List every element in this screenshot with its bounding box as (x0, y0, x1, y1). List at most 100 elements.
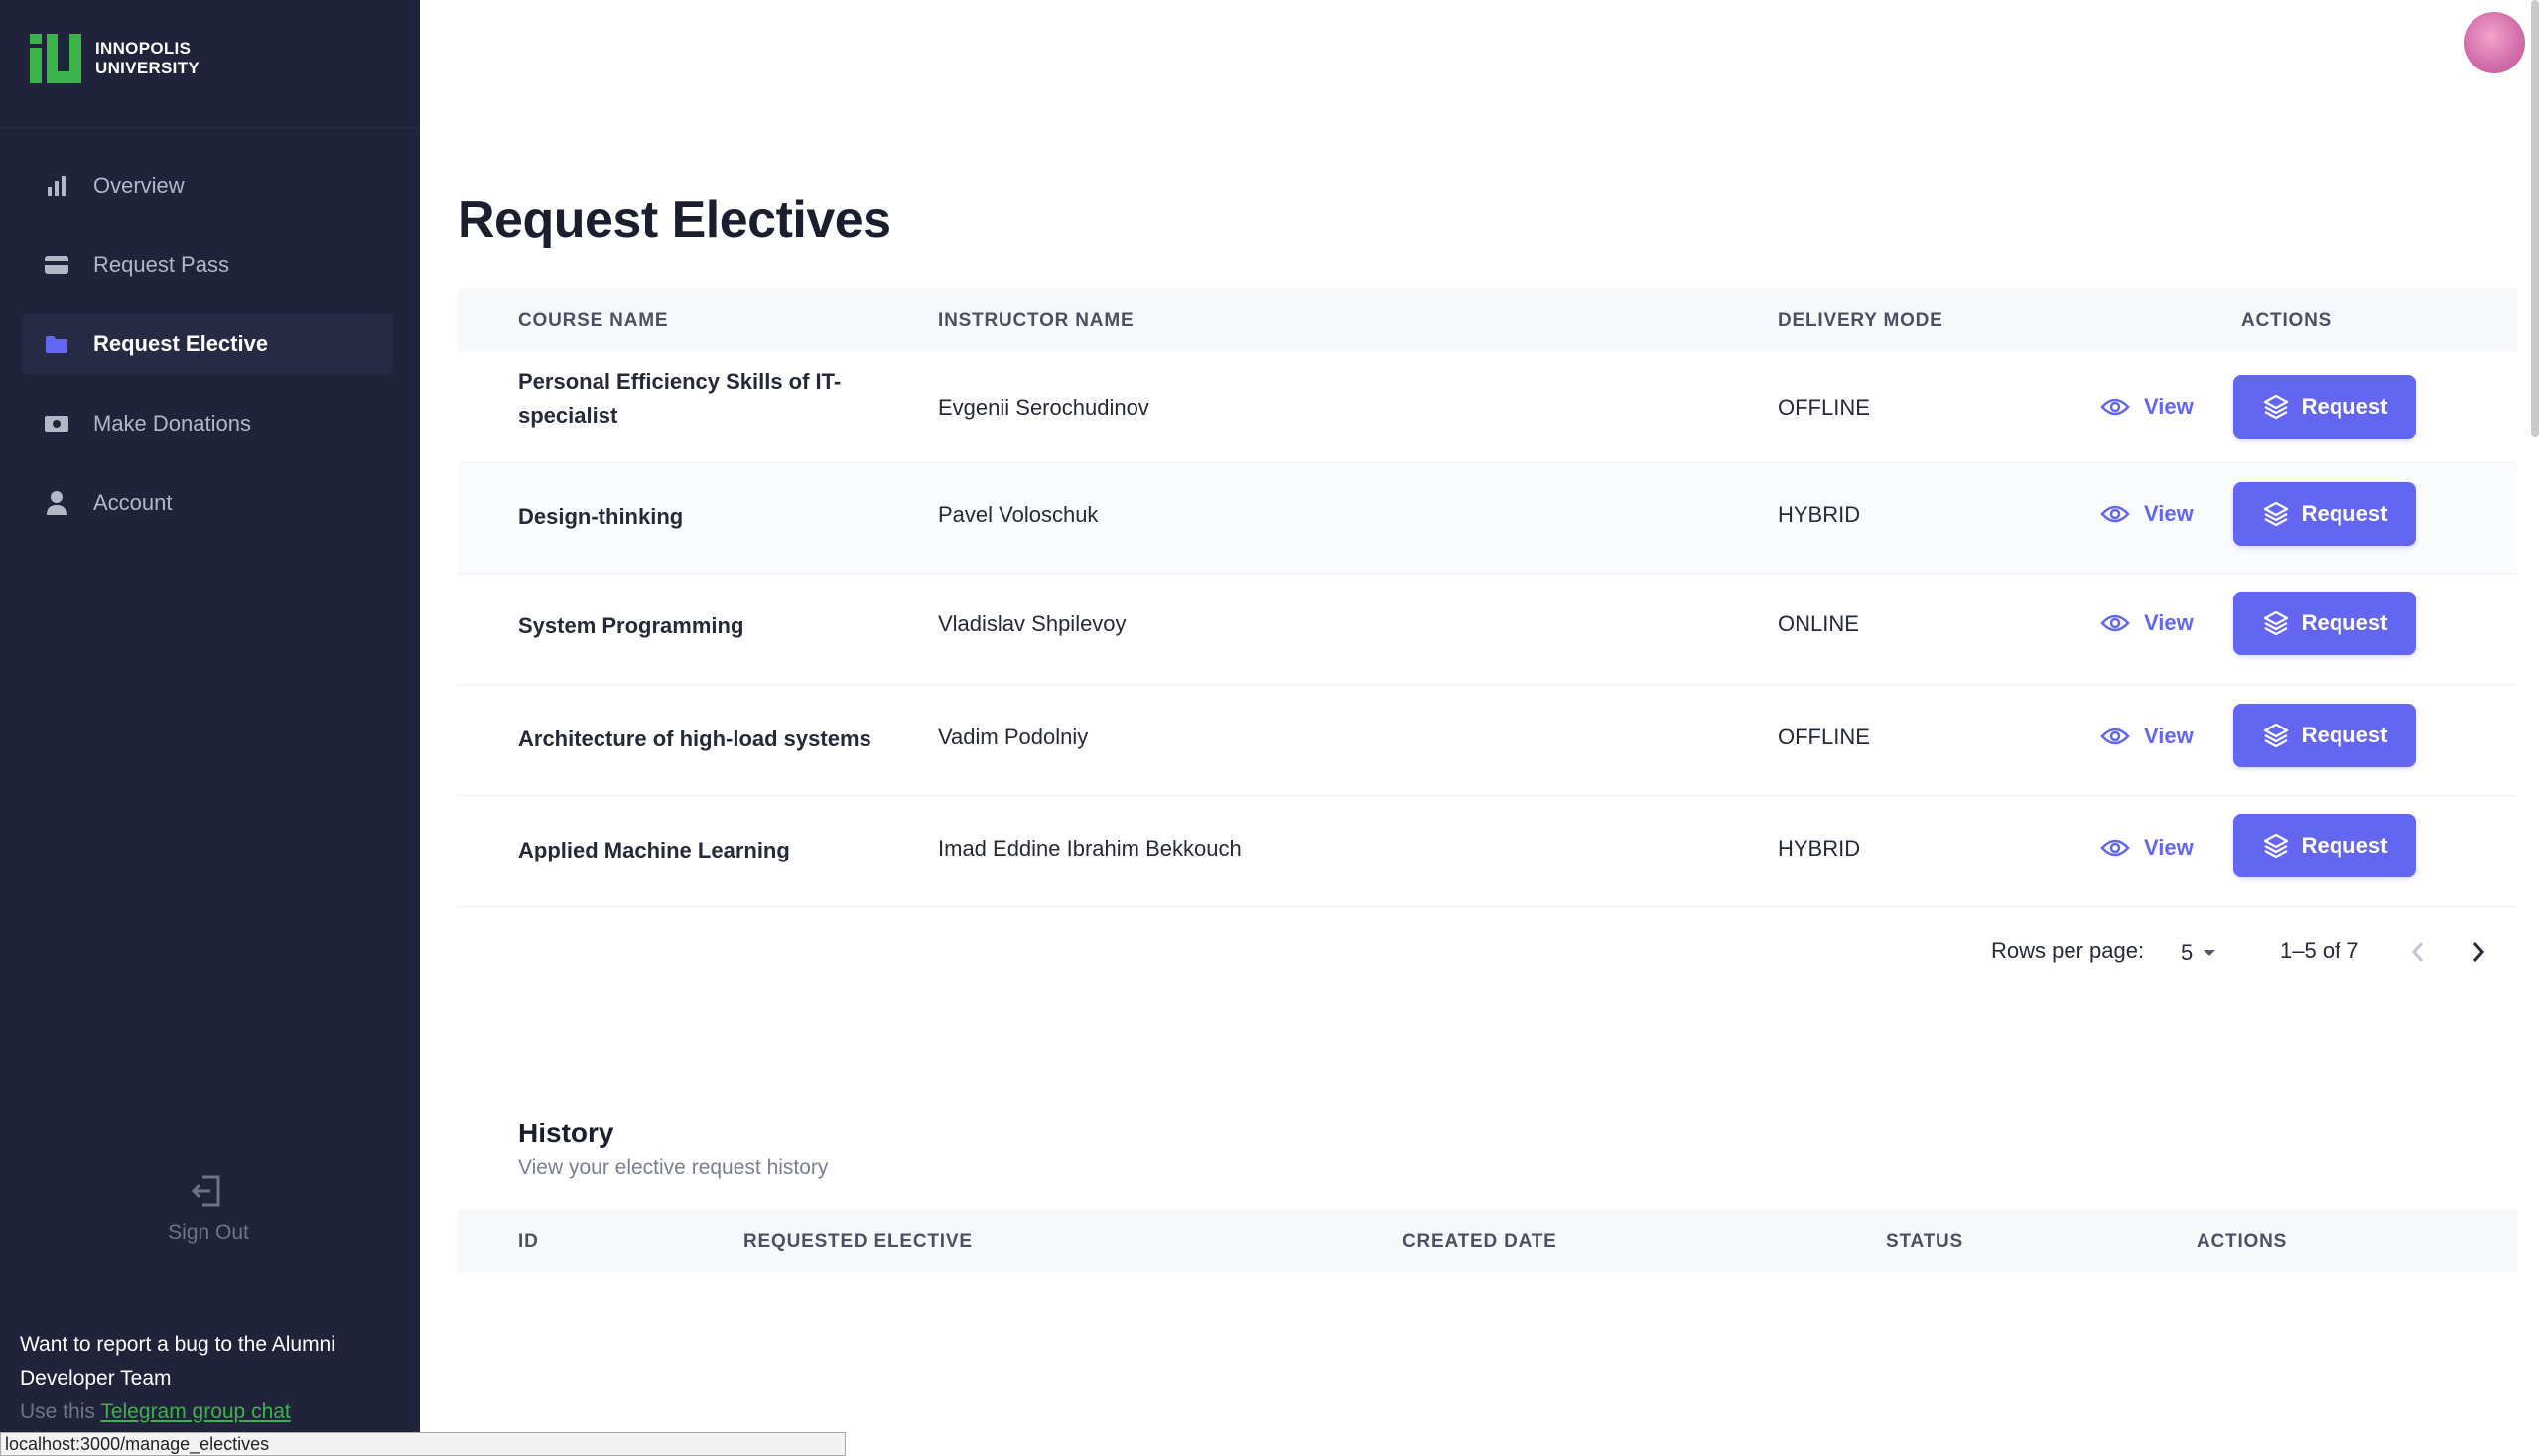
money-icon (44, 411, 69, 437)
layers-icon (2263, 723, 2288, 748)
bug-report-prefix: Use this (20, 1400, 95, 1423)
sidebar-divider (0, 127, 420, 129)
column-actions: ACTIONS (2241, 310, 2333, 331)
eye-icon (2100, 614, 2130, 632)
sidebar-item-label: Make Donations (93, 411, 251, 436)
layers-icon (2263, 833, 2288, 859)
sidebar-item-account[interactable]: Account (22, 472, 393, 534)
request-label: Request (2301, 610, 2388, 635)
eye-icon (2100, 398, 2130, 416)
table-header: COURSE NAME INSTRUCTOR NAME DELIVERY MOD… (458, 288, 2517, 351)
delivery-mode: HYBRID (1778, 502, 1861, 527)
request-label: Request (2301, 394, 2388, 419)
eye-icon (2100, 505, 2130, 523)
logo-text: INNOPOLIS UNIVERSITY (95, 39, 200, 78)
column-status: STATUS (1886, 1231, 1963, 1252)
pagination-range: 1–5 of 7 (2280, 938, 2359, 963)
delivery-mode: OFFLINE (1778, 395, 1870, 420)
rows-per-page-value: 5 (2181, 940, 2194, 965)
layers-icon (2263, 501, 2288, 527)
sidebar-item-request-elective[interactable]: Request Elective (22, 314, 393, 375)
request-button[interactable]: Request (2233, 482, 2416, 546)
sidebar-item-make-donations[interactable]: Make Donations (22, 393, 393, 455)
bar-chart-icon (44, 173, 69, 199)
course-name: Architecture of high-load systems (518, 727, 871, 751)
eye-icon (2100, 839, 2130, 857)
column-history-actions: ACTIONS (2197, 1231, 2288, 1252)
sidebar-item-overview[interactable]: Overview (22, 155, 393, 216)
request-button[interactable]: Request (2233, 704, 2416, 767)
bug-report-text: Want to report a bug to the Alumni Devel… (20, 1333, 335, 1390)
view-label: View (2144, 724, 2194, 748)
request-button[interactable]: Request (2233, 375, 2416, 439)
history-subtitle: View your elective request history (518, 1156, 829, 1179)
request-label: Request (2301, 833, 2388, 858)
rows-per-page-label: Rows per page: (1991, 938, 2145, 963)
column-requested-elective: REQUESTED ELECTIVE (743, 1231, 973, 1252)
history-table-header: ID REQUESTED ELECTIVE CREATED DATE STATU… (458, 1209, 2517, 1272)
view-button[interactable]: View (2100, 610, 2194, 636)
layers-icon (2263, 394, 2288, 420)
instructor-name: Imad Eddine Ibrahim Bekkouch (938, 836, 1242, 860)
sidebar-item-request-pass[interactable]: Request Pass (22, 234, 393, 296)
course-name: Design-thinking (518, 504, 684, 529)
history-title: History (518, 1118, 614, 1148)
instructor-name: Pavel Voloschuk (938, 502, 1099, 527)
column-delivery-mode: DELIVERY MODE (1778, 310, 1943, 331)
instructor-name: Vadim Podolniy (938, 725, 1089, 749)
sidebar-nav: Overview Request Pass Request Elective M… (22, 155, 393, 552)
logo-line-1: INNOPOLIS (95, 39, 192, 58)
view-button[interactable]: View (2100, 394, 2194, 420)
chevron-down-icon (2204, 950, 2216, 956)
course-name: Applied Machine Learning (518, 838, 790, 862)
rows-per-page-select[interactable]: 5 (2181, 938, 2216, 968)
previous-page-button[interactable] (2410, 940, 2426, 970)
column-created-date: CREATED DATE (1403, 1231, 1557, 1252)
course-name: Personal Efficiency Skills of IT-special… (518, 369, 842, 428)
view-label: View (2144, 610, 2194, 635)
user-icon (44, 490, 69, 516)
request-button[interactable]: Request (2233, 592, 2416, 655)
sidebar-item-label: Account (93, 490, 173, 515)
eye-icon (2100, 728, 2130, 745)
chevron-right-icon (2472, 942, 2485, 962)
view-label: View (2144, 835, 2194, 860)
electives-table: COURSE NAME INSTRUCTOR NAME DELIVERY MOD… (458, 288, 2517, 978)
sign-out-button[interactable]: Sign Out (129, 1171, 288, 1245)
table-row: Personal Efficiency Skills of IT-special… (458, 351, 2517, 463)
avatar[interactable] (2464, 12, 2525, 73)
table-row: System Programming Vladislav Shpilevoy O… (458, 574, 2517, 685)
scrollbar[interactable] (2531, 0, 2539, 437)
sidebar-item-label: Request Pass (93, 252, 229, 277)
sign-out-icon (189, 1171, 228, 1211)
next-page-button[interactable] (2471, 940, 2486, 970)
request-label: Request (2301, 723, 2388, 747)
sidebar-item-label: Overview (93, 173, 185, 198)
university-logo[interactable]: INNOPOLIS UNIVERSITY (30, 34, 200, 83)
column-instructor-name: INSTRUCTOR NAME (938, 310, 1135, 331)
browser-status-url: localhost:3000/manage_electives (0, 1432, 846, 1456)
logo-icon (30, 34, 81, 83)
view-button[interactable]: View (2100, 501, 2194, 527)
view-label: View (2144, 501, 2194, 526)
column-id: ID (518, 1231, 539, 1252)
table-row: Design-thinking Pavel Voloschuk HYBRID V… (458, 463, 2517, 574)
sidebar-item-label: Request Elective (93, 331, 269, 356)
delivery-mode: HYBRID (1778, 836, 1861, 860)
telegram-link[interactable]: Telegram group chat (100, 1400, 290, 1423)
view-button[interactable]: View (2100, 835, 2194, 860)
request-label: Request (2301, 501, 2388, 526)
delivery-mode: OFFLINE (1778, 725, 1870, 749)
view-label: View (2144, 394, 2194, 419)
card-icon (44, 252, 69, 278)
table-row: Applied Machine Learning Imad Eddine Ibr… (458, 796, 2517, 907)
bug-report-note: Want to report a bug to the Alumni Devel… (20, 1328, 407, 1429)
logo-line-2: UNIVERSITY (95, 59, 200, 77)
page-title: Request Electives (458, 192, 891, 249)
view-button[interactable]: View (2100, 724, 2194, 749)
request-button[interactable]: Request (2233, 814, 2416, 877)
instructor-name: Evgenii Serochudinov (938, 395, 1149, 420)
column-course-name: COURSE NAME (518, 310, 669, 331)
folder-icon (44, 331, 69, 357)
delivery-mode: ONLINE (1778, 611, 1859, 636)
